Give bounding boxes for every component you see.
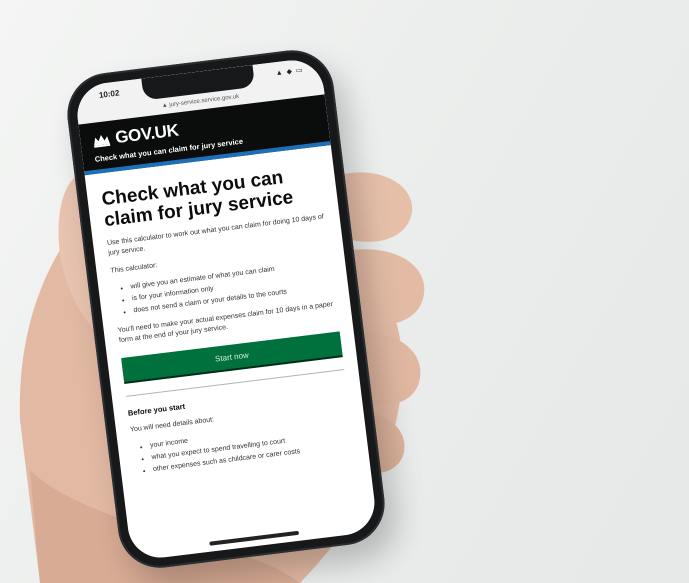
crown-icon: [94, 134, 111, 148]
signal-battery-icons: ▲ ◆ ▭: [275, 66, 304, 78]
govuk-logo-text: GOV.UK: [114, 120, 180, 148]
phone-screen: 10:02 ▲ ◆ ▭ ▲ jury-service.service.gov.u…: [73, 56, 379, 562]
status-time: 10:02: [98, 88, 120, 100]
home-indicator[interactable]: [209, 530, 300, 546]
hand-finger-2: [352, 249, 425, 325]
photo-scene: 10:02 ▲ ◆ ▭ ▲ jury-service.service.gov.u…: [0, 0, 689, 583]
main-content: Check what you can claim for jury servic…: [85, 145, 371, 497]
